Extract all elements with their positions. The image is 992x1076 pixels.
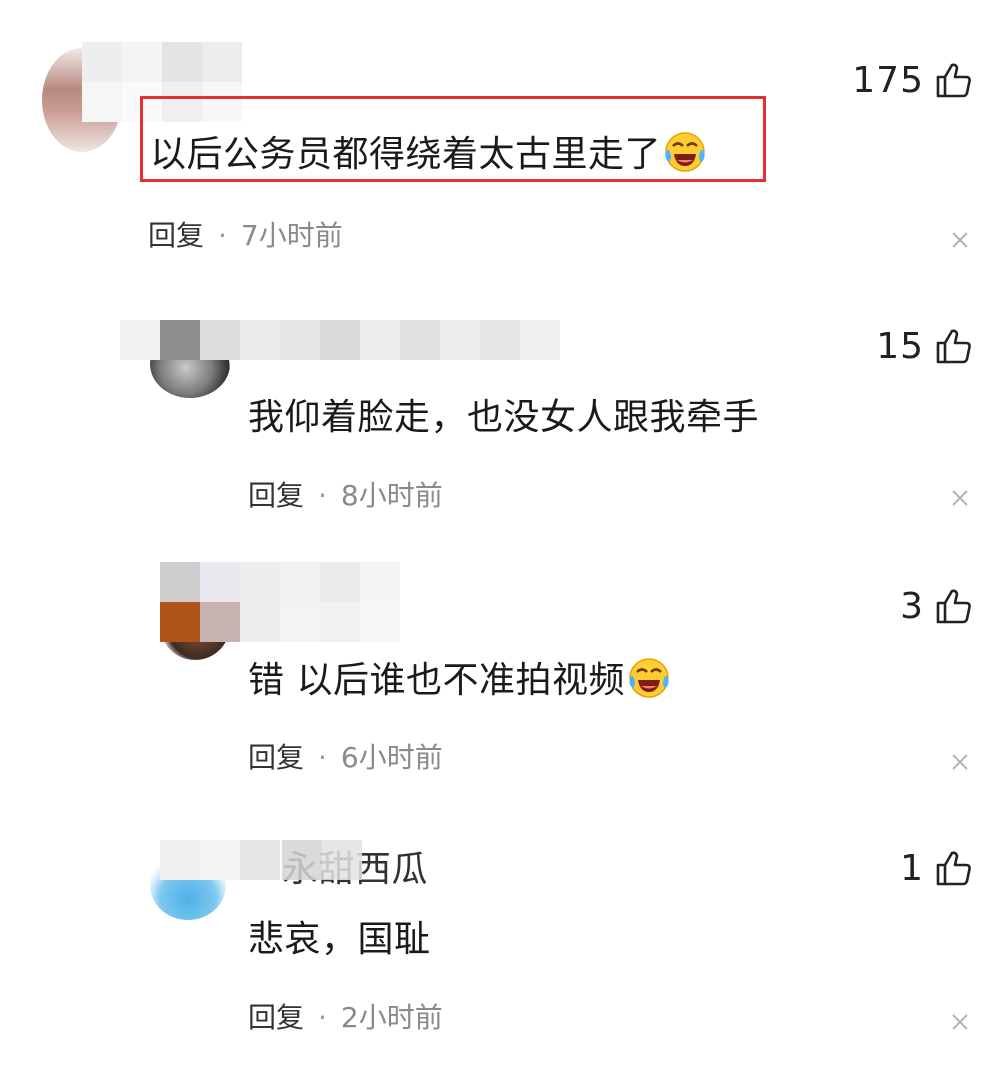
crying-laughing-emoji	[665, 132, 705, 172]
close-icon[interactable]	[948, 228, 972, 252]
reply-button[interactable]: 回复	[248, 741, 304, 774]
like-count: 15	[876, 325, 924, 367]
thumbs-up-icon[interactable]	[934, 848, 974, 888]
comment-meta: 回复 · 2小时前	[248, 1000, 443, 1036]
comment-meta: 回复 · 8小时前	[248, 478, 443, 514]
timestamp: 7小时前	[240, 219, 343, 252]
like-count: 3	[900, 585, 924, 627]
comment-text: 以后公务员都得绕着太古里走了	[150, 130, 707, 177]
comment-meta: 回复 · 6小时前	[248, 740, 443, 776]
like-count: 175	[852, 59, 924, 101]
like-group: 1	[900, 846, 974, 890]
thumbs-up-icon[interactable]	[934, 326, 974, 366]
like-count: 1	[900, 847, 924, 889]
separator-dot: ·	[318, 1001, 327, 1034]
timestamp: 8小时前	[340, 479, 443, 512]
like-group: 175	[852, 58, 974, 102]
reply-button[interactable]: 回复	[248, 479, 304, 512]
username-blurred[interactable]	[160, 840, 280, 880]
reply-button[interactable]: 回复	[248, 1001, 304, 1034]
close-icon[interactable]	[948, 486, 972, 510]
username-blurred[interactable]	[160, 562, 400, 642]
crying-laughing-emoji	[629, 658, 669, 698]
like-group: 15	[876, 324, 974, 368]
comment-text: 错 以后谁也不准拍视频	[248, 656, 671, 703]
reply-button[interactable]: 回复	[148, 219, 204, 252]
close-icon[interactable]	[948, 1010, 972, 1034]
timestamp: 2小时前	[340, 1001, 443, 1034]
separator-dot: ·	[318, 479, 327, 512]
thumbs-up-icon[interactable]	[934, 60, 974, 100]
like-group: 3	[900, 584, 974, 628]
username-blurred[interactable]	[120, 320, 560, 360]
comment-text-content: 以后公务员都得绕着太古里走了	[150, 134, 662, 175]
comment-text: 悲哀，国耻	[248, 918, 431, 962]
comment-text-content: 我仰着脸走，也没女人跟我牵手	[248, 397, 760, 438]
username-blurred	[282, 840, 362, 880]
thumbs-up-icon[interactable]	[934, 586, 974, 626]
timestamp: 6小时前	[340, 741, 443, 774]
separator-dot: ·	[318, 741, 327, 774]
comment-text-content: 错 以后谁也不准拍视频	[248, 660, 625, 701]
close-icon[interactable]	[948, 750, 972, 774]
separator-dot: ·	[218, 219, 227, 252]
comment-meta: 回复 · 7小时前	[148, 218, 343, 254]
comment-text: 我仰着脸走，也没女人跟我牵手	[248, 396, 759, 440]
comment-text-content: 悲哀，国耻	[248, 919, 431, 960]
